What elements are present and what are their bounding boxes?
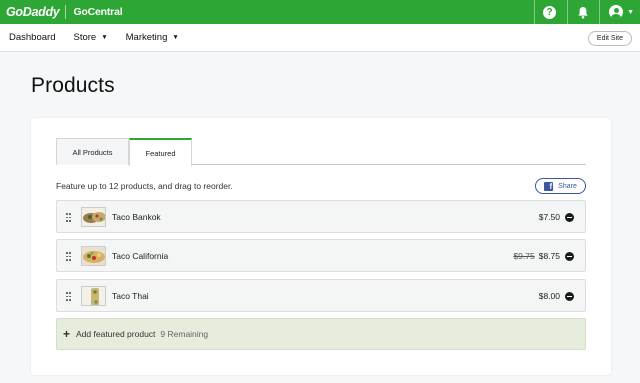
drag-handle-icon[interactable] <box>66 213 71 222</box>
product-price: $7.50 <box>539 212 560 222</box>
nav-store-label: Store <box>73 32 97 43</box>
featured-product-row[interactable]: Taco California $9.75 $8.75 <box>56 239 586 272</box>
add-featured-product-button[interactable]: + Add featured product 9 Remaining <box>56 318 586 350</box>
drag-handle-icon[interactable] <box>66 292 71 301</box>
chevron-down-icon: ▼ <box>172 34 179 41</box>
tab-featured[interactable]: Featured <box>129 138 192 166</box>
account-controls: ? ▼ <box>534 0 640 24</box>
product-price-value: $7.50 <box>538 212 560 222</box>
remove-icon[interactable] <box>565 292 574 301</box>
product-name: Taco Bankok <box>112 212 161 222</box>
edit-site-button[interactable]: Edit Site <box>587 31 632 46</box>
bar-divider <box>567 0 569 24</box>
original-price: $9.75 <box>513 251 535 261</box>
remaining-count: 9 Remaining <box>160 329 209 339</box>
user-avatar-icon[interactable] <box>609 5 624 19</box>
product-price: $8.00 <box>539 291 560 301</box>
featured-product-row[interactable]: Taco Thai $8.00 <box>56 279 586 312</box>
product-thumbnail <box>81 207 106 227</box>
godaddy-logo[interactable]: GoDaddy <box>6 5 60 19</box>
help-icon[interactable]: ? <box>543 5 557 19</box>
product-price-value: $8.00 <box>538 291 560 301</box>
product-name: Taco California <box>112 251 169 261</box>
nav-dashboard-label: Dashboard <box>9 32 56 43</box>
featured-instructions: Feature up to 12 products, and drag to r… <box>56 181 233 191</box>
page-title: Products <box>31 74 115 97</box>
product-thumbnail <box>81 286 106 306</box>
remove-icon[interactable] <box>565 213 574 222</box>
nav-marketing-label: Marketing <box>125 32 168 43</box>
nav-bar: Dashboard Store ▼ Marketing ▼ Edit Site <box>0 24 640 52</box>
product-thumbnail <box>81 246 106 266</box>
nav-dashboard[interactable]: Dashboard <box>9 32 55 43</box>
product-tabs: All Products Featured <box>56 138 586 166</box>
gocentral-logo[interactable]: GoCentral <box>73 6 122 18</box>
chevron-down-icon[interactable]: ▼ <box>627 9 634 16</box>
product-price: $9.75 $8.75 <box>513 251 560 261</box>
featured-products-card: All Products Featured Feature up to 12 p… <box>31 118 611 375</box>
bar-divider <box>534 0 536 24</box>
nav-store-menu[interactable]: Store ▼ <box>73 32 107 43</box>
bar-divider <box>599 0 601 24</box>
add-featured-product-label: Add featured product <box>76 329 156 339</box>
featured-product-row[interactable]: Taco Bankok $7.50 <box>56 200 586 233</box>
product-name: Taco Thai <box>112 291 149 301</box>
facebook-icon: f <box>544 181 554 191</box>
chevron-down-icon: ▼ <box>101 34 108 41</box>
facebook-share-button[interactable]: f Share <box>535 178 586 194</box>
plus-icon: + <box>63 327 71 341</box>
share-label: Share <box>558 182 577 190</box>
product-price-value: $8.75 <box>538 251 560 261</box>
remove-icon[interactable] <box>565 252 574 261</box>
bell-icon[interactable] <box>577 6 589 19</box>
drag-handle-icon[interactable] <box>66 252 71 261</box>
nav-marketing-menu[interactable]: Marketing ▼ <box>126 32 179 43</box>
brand-bar: GoDaddy GoCentral ? ▼ <box>0 0 640 24</box>
brand-divider <box>65 5 67 19</box>
tab-all-products[interactable]: All Products <box>56 138 129 165</box>
